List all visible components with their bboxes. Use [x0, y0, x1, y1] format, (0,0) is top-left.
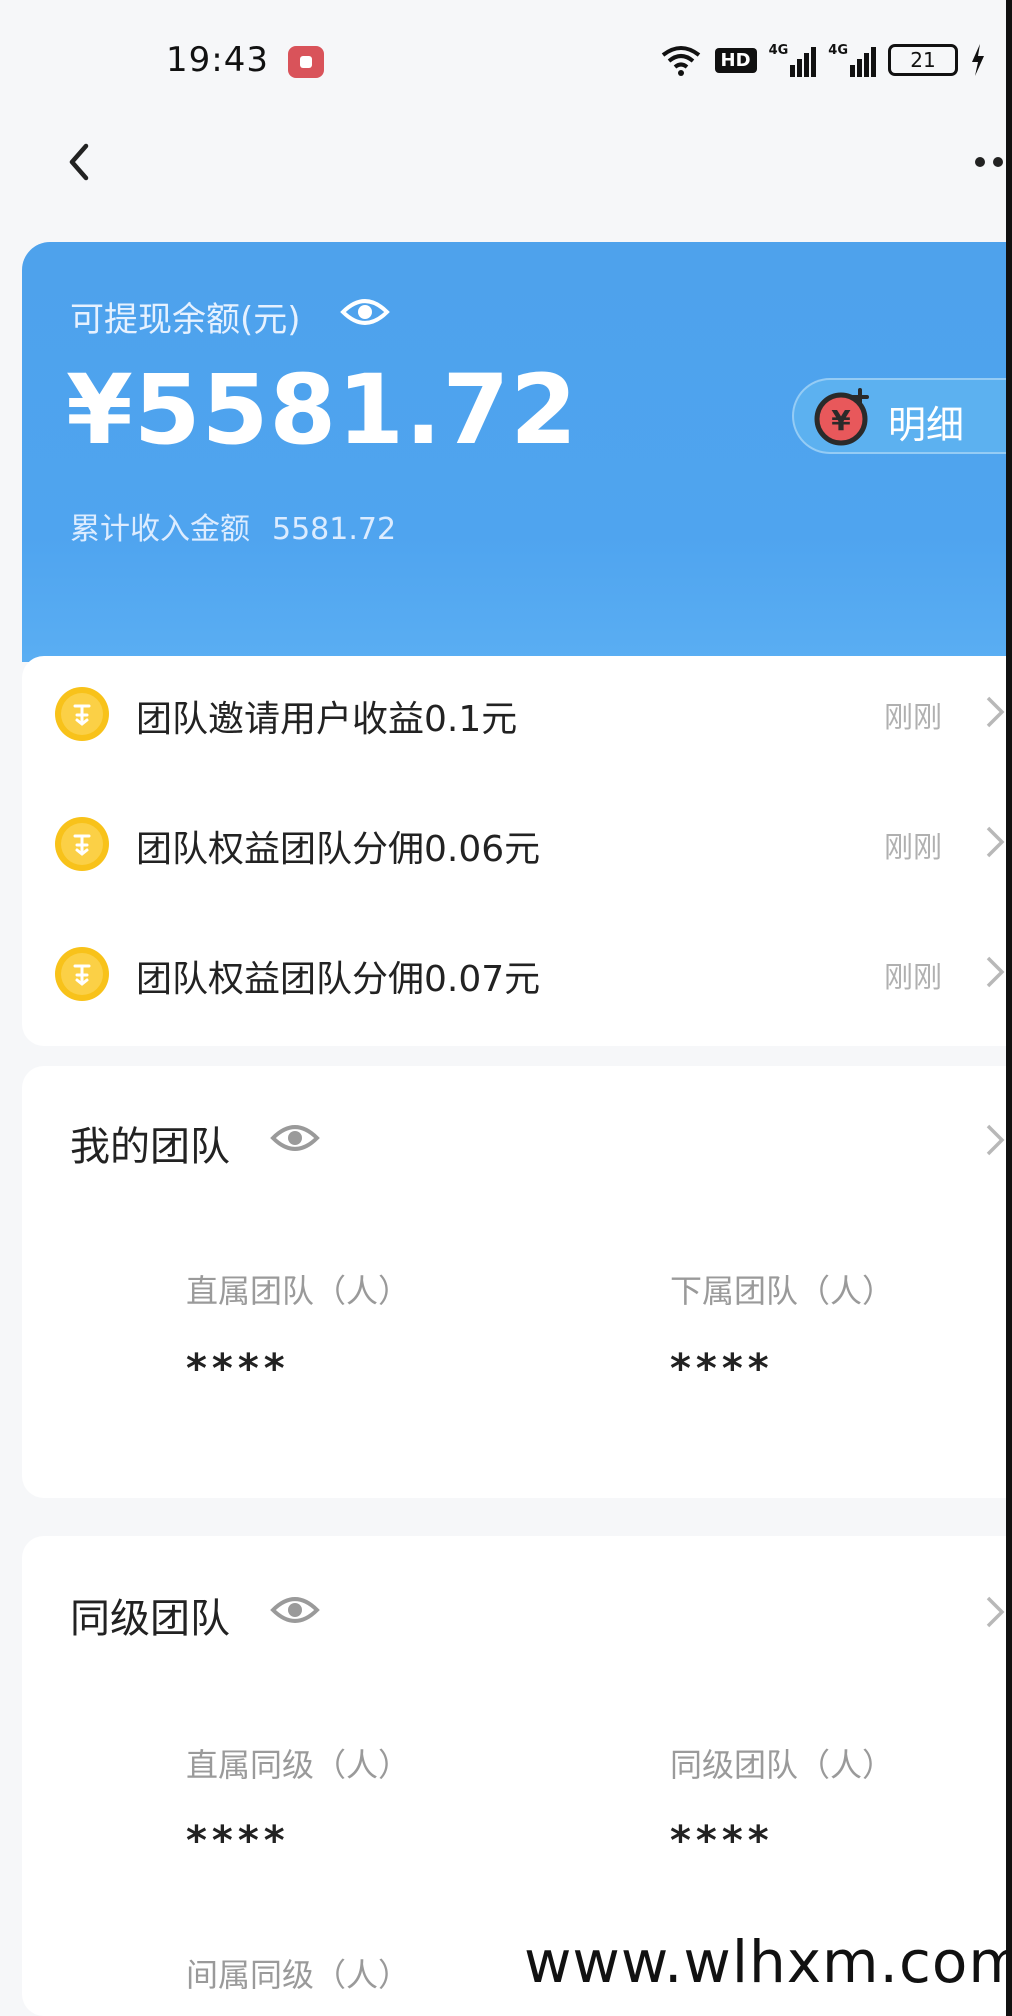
peer-team-count-label: 同级团队（人） [670, 1746, 895, 1784]
status-bar: 19:43 HD 4G 4G 21 [0, 0, 1006, 120]
direct-team-value: **** [186, 1346, 290, 1392]
hd-badge: HD [714, 47, 757, 73]
right-edge-border [1006, 0, 1012, 2016]
earning-time: 刚刚 [884, 960, 943, 994]
withdrawable-label: 可提现余额(元) [70, 300, 301, 340]
chevron-right-icon [986, 1596, 1005, 1628]
status-time: 19:43 [166, 40, 269, 80]
list-item[interactable]: 团队权益团队分佣0.06元 刚刚 [22, 786, 1006, 896]
signal-label-2: 4G [828, 43, 848, 58]
svg-text:¥: ¥ [831, 404, 851, 437]
chevron-right-icon [986, 1124, 1005, 1156]
earning-time: 刚刚 [884, 700, 943, 734]
my-team-title: 我的团队 [70, 1124, 230, 1170]
coin-icon [55, 947, 109, 1001]
cumulative-income-label: 累计收入金额 [70, 512, 250, 547]
watermark-text: www.wlhxm.com [524, 1928, 1012, 1996]
my-team-card[interactable]: 我的团队 直属团队（人） **** 下属团队（人） **** [22, 1066, 1006, 1498]
earning-title: 团队权益团队分佣0.07元 [136, 959, 541, 1000]
signal-label-1: 4G [768, 43, 789, 58]
more-dots-icon [975, 157, 1003, 167]
peer-team-title: 同级团队 [70, 1596, 230, 1642]
screen-record-icon [288, 46, 324, 78]
signal-icon-1: 4G [769, 43, 817, 77]
subordinate-team-value: **** [670, 1346, 774, 1392]
list-item[interactable]: 团队权益团队分佣0.07元 刚刚 [22, 916, 1006, 1026]
battery-icon: 21 [888, 44, 958, 76]
earning-title: 团队邀请用户收益0.1元 [136, 699, 518, 740]
peer-team-count-value: **** [670, 1818, 774, 1864]
wallet-screen: 19:43 HD 4G 4G 21 可提现余额(元) ¥5581.72 ¥ 明细… [0, 0, 1012, 2016]
earnings-list: 团队邀请用户收益0.1元 刚刚 团队权益团队分佣0.06元 刚刚 团队权益团队分… [22, 656, 1006, 1046]
earning-time: 刚刚 [884, 830, 943, 864]
toggle-visibility-button[interactable] [270, 1590, 320, 1630]
chevron-left-icon [69, 143, 89, 181]
yuan-coin-icon: ¥ [814, 388, 869, 446]
coin-icon [55, 817, 109, 871]
subordinate-team-label: 下属团队（人） [670, 1272, 895, 1310]
details-button[interactable]: ¥ 明细 [792, 378, 1006, 454]
earning-title: 团队权益团队分佣0.06元 [136, 829, 541, 870]
toggle-visibility-button[interactable] [270, 1118, 320, 1158]
direct-peer-label: 直属同级（人） [186, 1746, 411, 1784]
charging-icon [972, 44, 984, 76]
wifi-icon [661, 46, 700, 76]
indirect-peer-label: 间属同级（人） [186, 1956, 411, 1994]
signal-icon-2: 4G [828, 43, 876, 77]
chevron-right-icon [986, 696, 1005, 728]
status-indicators: HD 4G 4G 21 [659, 40, 986, 80]
balance-card: 可提现余额(元) ¥5581.72 ¥ 明细 累计收入金额 5581.72 [22, 242, 1006, 662]
watermark: www.wlhxm.com [508, 1910, 1012, 2016]
eye-icon [270, 1125, 320, 1151]
details-label: 明细 [888, 403, 965, 447]
direct-peer-value: **** [186, 1818, 290, 1864]
chevron-right-icon [986, 826, 1005, 858]
cumulative-income-value: 5581.72 [272, 512, 397, 547]
eye-icon [340, 299, 390, 325]
more-options-button[interactable] [972, 150, 1006, 174]
coin-icon [55, 687, 109, 741]
back-button[interactable] [58, 134, 108, 190]
toggle-visibility-button[interactable] [340, 292, 390, 332]
eye-icon [270, 1597, 320, 1623]
balance-amount: ¥5581.72 [66, 354, 579, 466]
cumulative-income: 累计收入金额 5581.72 [70, 504, 396, 548]
list-item[interactable]: 团队邀请用户收益0.1元 刚刚 [22, 656, 1006, 766]
chevron-right-icon [986, 956, 1005, 988]
direct-team-label: 直属团队（人） [186, 1272, 411, 1310]
